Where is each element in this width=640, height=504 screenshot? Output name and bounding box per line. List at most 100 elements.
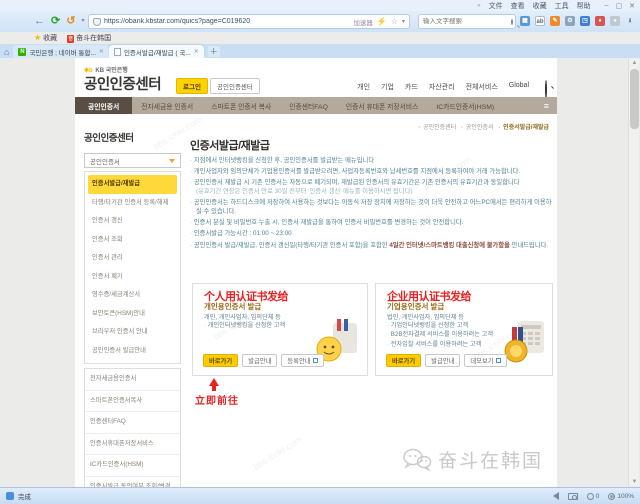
maximize-button[interactable]: ▢ — [616, 2, 623, 10]
login-button[interactable]: 로그인 — [176, 78, 208, 94]
menu-favorites[interactable]: 收藏 — [533, 1, 547, 11]
tab-bar: ⌂ N 국민은행 ; 네이버 통합... ✕ 인증서발급/재발급 ( 국... … — [0, 44, 640, 58]
sidebar-item-tax-cert[interactable]: 전자세금용인증서 — [85, 369, 180, 390]
sidebar-item-inquiry[interactable]: 인증서 조회 — [88, 231, 177, 250]
translate-icon[interactable]: ab — [535, 16, 545, 26]
menu-overflow-icon[interactable]: » — [477, 3, 480, 9]
menu-help[interactable]: 帮助 — [577, 1, 591, 11]
sidebar-item-hsm-guide[interactable]: 보안토큰(HSM)안내 — [88, 305, 177, 324]
page-favicon — [113, 47, 121, 56]
menu-tools[interactable]: 工具 — [555, 1, 569, 11]
zoom-control[interactable]: ⊕ 100% — [608, 492, 634, 500]
sidebar: 공인인증센터 공인인증서 인증서발급/재발급 타행/타기관 인증서 등록/해제 … — [84, 130, 181, 487]
nav-faq[interactable]: 인증센터FAQ — [280, 97, 337, 114]
tab-close-icon[interactable]: ✕ — [99, 48, 104, 55]
nav-tax-cert[interactable]: 전자세금용 인증서 — [132, 97, 202, 114]
tab-close-icon[interactable]: ✕ — [194, 48, 199, 55]
personal-guide-button[interactable]: 발급안내 — [242, 354, 278, 367]
breadcrumb-item[interactable]: 공인인증센터 — [423, 125, 456, 131]
corporate-go-button[interactable]: 바로가기 — [386, 354, 422, 367]
nav-smartphone-copy[interactable]: 스마트폰 인증서 복사 — [202, 97, 280, 114]
back-button[interactable]: ← — [34, 15, 45, 27]
address-bar[interactable]: 加速器 ⚡ ☆ ▾ — [88, 14, 410, 29]
corporate-card-title: 기업용인증서 발급 — [387, 302, 445, 311]
breadcrumb-item[interactable]: 공인인증서 — [466, 125, 494, 131]
address-dropdown-icon[interactable]: ▾ — [402, 18, 405, 25]
sidebar-item-revoke[interactable]: 인증서 폐기 — [88, 268, 177, 287]
utility-global[interactable]: Global — [509, 82, 529, 92]
sidebar-item-issue-guide[interactable]: 공인인증서 발급안내 — [88, 342, 177, 361]
sidebar-category-select[interactable]: 공인인증서 — [84, 153, 181, 168]
refresh-button[interactable]: ⟳ — [51, 14, 60, 27]
menu-file[interactable]: 文件 — [489, 1, 503, 11]
corporate-cert-card: 企业用认证书发给 기업용인증서 발급 법인, 개인사업자, 임의단체 등 기업인… — [375, 283, 553, 376]
cert-center-button[interactable]: 공인인증센터 — [210, 78, 260, 94]
utility-card[interactable]: 카드 — [405, 82, 418, 92]
download-manager[interactable]: 0 — [586, 492, 599, 500]
corporate-guide-button[interactable]: 발급안내 — [425, 354, 461, 367]
personal-register-guide-button[interactable]: 등록안내 — [281, 354, 324, 367]
clipboard-icon[interactable]: ▦ — [520, 16, 530, 26]
search-box[interactable] — [418, 14, 516, 29]
sidebar-item-faq[interactable]: 인증센터FAQ — [85, 411, 180, 433]
sidebar-item-renew[interactable]: 인증서 갱신 — [88, 212, 177, 231]
undo-history-button[interactable]: ↺ — [66, 14, 75, 27]
corporate-card-subtitle: 법인, 개인사업자, 임의단체 등 — [387, 314, 464, 321]
history-dropdown-icon[interactable]: ▾ — [81, 17, 84, 24]
tab-certificate-page[interactable]: 인증서발급/재발급 ( 국... ✕ — [108, 45, 204, 58]
nav-public-cert[interactable]: 공인인증서 — [75, 97, 133, 114]
scroll-up-icon[interactable]: ▲ — [631, 60, 638, 66]
bookmark-item[interactable]: 奋奋斗在韩国 — [67, 33, 111, 43]
nav-ic-card[interactable]: IC카드인증서(HSM) — [427, 97, 503, 114]
wrench-icon[interactable]: ⚙ — [565, 16, 575, 26]
menu-view[interactable]: 查看 — [511, 1, 525, 11]
vertical-scrollbar[interactable]: ▲ ▼ — [628, 59, 639, 486]
sidebar-item-smartphone-copy[interactable]: 스마트폰인증서복사 — [85, 389, 180, 412]
tab-naver-search[interactable]: N 국민은행 ; 네이버 통합... ✕ — [13, 45, 109, 58]
scroll-down-icon[interactable]: ▼ — [631, 479, 638, 485]
minimize-button[interactable]: – — [605, 2, 609, 10]
search-input[interactable] — [423, 18, 511, 25]
new-tab-button[interactable]: ＋ — [207, 46, 220, 57]
bookmark-star-icon[interactable]: ☆ — [391, 17, 398, 26]
hamburger-icon[interactable]: ≡ — [536, 97, 557, 114]
sidebar-item-browser-cert[interactable]: 브라우저 인증서 안내 — [88, 323, 177, 342]
tab-title: 국민은행 ; 네이버 통합... — [29, 49, 96, 57]
external-link-icon — [495, 358, 501, 363]
sidebar-item-consent[interactable]: 인증서발급 동의여부 조회/변경 — [85, 475, 180, 487]
favorites-button[interactable]: ★ 收藏 — [34, 33, 57, 43]
accelerator-label[interactable]: 加速器 — [353, 17, 373, 27]
settings-icon[interactable]: ● — [610, 16, 620, 26]
search-icon[interactable] — [511, 18, 513, 25]
lightning-icon[interactable]: ⚡ — [377, 17, 387, 26]
brush-icon[interactable]: ✎ — [550, 16, 560, 26]
sidebar-item-ic-card[interactable]: IC카드인증서(HSM) — [85, 454, 180, 476]
sidebar-item-manage[interactable]: 인증서 관리 — [88, 249, 177, 268]
personal-go-button[interactable]: 바로가기 — [203, 354, 239, 367]
screenshot-icon[interactable] — [567, 492, 578, 500]
browser-window: » 文件 查看 收藏 工具 帮助 – ▢ ✕ ← ⟳ ↺ ▾ 加速器 ⚡ ☆ ▾ — [0, 0, 640, 504]
sidebar-item-register-other[interactable]: 타행/타기관 인증서 등록/해제 — [88, 194, 177, 213]
nav-mobile-storage[interactable]: 인증서 휴대폰 저장서비스 — [337, 97, 428, 114]
alert-icon[interactable]: ♦ — [595, 16, 605, 26]
sidebar-item-issue-reissue[interactable]: 인증서발급/재발급 — [88, 175, 177, 194]
tutorial-arrow-stem — [212, 385, 216, 391]
home-icon[interactable]: ⌂ — [4, 47, 9, 57]
download-icon[interactable]: ⭳ — [625, 16, 635, 26]
sidebar-item-mobile-storage[interactable]: 인증서휴대폰저장서비스 — [85, 432, 180, 455]
utility-personal[interactable]: 개인 — [357, 82, 370, 92]
bullet-item: 공인인증서는 하드디스크에 저장하여 사용하는 것보다는 이동식 저장 장치에 … — [190, 199, 555, 216]
status-bar: 完成 0 ⊕ 100% — [0, 487, 640, 504]
url-input[interactable] — [104, 18, 354, 25]
scrollbar-thumb[interactable] — [630, 69, 639, 129]
utility-asset[interactable]: 자산관리 — [429, 82, 455, 92]
close-button[interactable]: ✕ — [629, 2, 635, 10]
bullet-item: 인증서 분실 및 비밀번호 누출 시, 인증서 재발급을 통하여 인증서 비밀번… — [190, 219, 555, 228]
info-bullets: 지점에서 인터넷뱅킹을 신청한 후, 공인인증서를 발급받는 메뉴입니다 개인사… — [190, 157, 555, 253]
utility-corporate[interactable]: 기업 — [381, 82, 394, 92]
volume-icon[interactable] — [552, 492, 559, 500]
utility-all-services[interactable]: 전체서비스 — [466, 82, 498, 92]
sidebar-item-receipt[interactable]: 영수증/세금계산서 — [88, 286, 177, 305]
browser-menubar: » 文件 查看 收藏 工具 帮助 – ▢ ✕ — [0, 0, 640, 11]
app-icon[interactable]: ◳ — [580, 16, 590, 26]
